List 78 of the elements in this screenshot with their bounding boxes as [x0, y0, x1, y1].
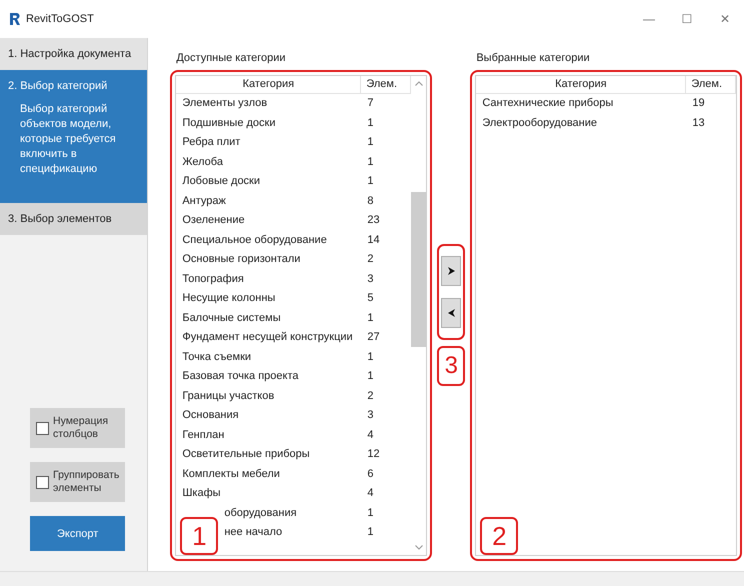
minimize-button[interactable]: — [630, 12, 668, 26]
count-cell-text: 1 [366, 350, 374, 364]
column-header[interactable]: Категория [176, 76, 362, 93]
step-description: Выбор категорий объектов модели, которые требуется включить в спецификацию [19, 102, 117, 177]
column-header[interactable]: Категория [476, 76, 686, 93]
category-cell[interactable]: Антураж [182, 192, 362, 211]
maximize-button[interactable]: ☐ [668, 12, 706, 26]
count-cell-text: 12 [366, 447, 381, 462]
callout-badge: 2 [480, 517, 518, 555]
right-arrow-icon [448, 267, 455, 275]
callout-badge: 1 [180, 517, 218, 555]
category-cell[interactable]: Комплекты мебели [182, 464, 362, 484]
category-cell[interactable]: Подшивные доски [182, 114, 362, 133]
column-header[interactable]: Элем. [686, 76, 736, 93]
category-cell[interactable]: Специальное оборудование [182, 230, 362, 250]
category-cell[interactable]: Основные горизонтали [182, 250, 362, 270]
category-cell[interactable]: Лобовые доски [182, 172, 362, 192]
add-button[interactable] [441, 256, 462, 286]
export-button[interactable]: Экспорт [30, 516, 126, 551]
count-cell-text: 4 [366, 486, 374, 501]
count-cell-text: 7 [366, 96, 374, 111]
column-header[interactable]: Элем. [361, 76, 412, 93]
category-cell[interactable]: Основания [182, 406, 362, 426]
category-cell[interactable]: Несущие колонны [182, 289, 362, 308]
category-cell[interactable]: Осветительные приборы [182, 445, 362, 464]
option-checkbox[interactable]: Нумерация столбцов [30, 408, 126, 448]
category-cell[interactable]: Границы участков [182, 386, 362, 406]
count-cell-text: 1 [366, 506, 374, 520]
count-cell-text: 14 [366, 232, 381, 248]
window-title: RevitToGOST [26, 13, 94, 25]
count-cell-text: 3 [366, 408, 374, 423]
count-cell-text: 1 [366, 154, 374, 170]
count-cell-text: 5 [366, 291, 374, 306]
app-logo-icon [10, 13, 20, 25]
category-cell[interactable]: Озеленение [182, 211, 362, 230]
count-cell-text: 6 [366, 466, 374, 482]
scroll-up-icon[interactable] [414, 81, 423, 86]
step-tab[interactable]: 1. Настройка документа [0, 38, 148, 70]
callout-badge: 3 [437, 346, 466, 386]
category-cell[interactable]: Фундамент несущей конструкции [182, 328, 362, 348]
count-cell-text: 1 [366, 310, 374, 326]
category-cell[interactable]: Точка съемки [182, 348, 362, 367]
count-cell-text: 1 [366, 369, 374, 384]
category-cell[interactable]: нее начало [224, 523, 362, 542]
category-cell[interactable]: Элементы узлов [182, 94, 362, 114]
remove-button[interactable] [441, 298, 462, 328]
category-cell[interactable]: Балочные системы [182, 308, 362, 328]
count-cell-text: 27 [366, 330, 381, 345]
count-cell-text: 2 [366, 388, 374, 404]
category-cell[interactable]: Базовая точка проекта [182, 367, 362, 386]
category-cell[interactable]: Топография [182, 270, 362, 289]
category-cell[interactable]: Шкафы [182, 484, 362, 504]
scroll-down-icon[interactable] [414, 545, 423, 550]
category-row[interactable]: Сантехнические приборы 19 [476, 94, 736, 114]
count-cell-text: 1 [366, 116, 374, 130]
close-button[interactable]: ✕ [706, 12, 744, 26]
count-cell-text: 2 [366, 252, 374, 267]
count-cell-text: 23 [366, 213, 381, 228]
option-checkbox[interactable]: Группировать элементы [30, 462, 126, 502]
list-title: Доступные категории [175, 51, 287, 66]
category-row[interactable]: Электрооборудование 13 [476, 114, 736, 133]
list-title: Выбранные категории [475, 51, 591, 66]
count-cell-text: 1 [366, 174, 374, 189]
category-cell[interactable]: Ребра плит [182, 133, 362, 152]
count-cell-text: 3 [366, 272, 374, 286]
step-tab[interactable]: 2. Выбор категорий Выбор категорий объектов модели, которые требуется включить в спецификацию [0, 70, 148, 203]
left-arrow-icon [448, 309, 455, 317]
count-cell-text: 8 [366, 194, 374, 208]
scrollbar-thumb[interactable] [411, 192, 426, 347]
category-cell[interactable]: Генплан [182, 426, 362, 445]
category-cell[interactable]: Желоба [182, 152, 362, 172]
count-cell-text: 4 [366, 428, 374, 442]
category-cell[interactable]: оборудования [224, 504, 362, 523]
count-cell-text: 1 [366, 525, 374, 540]
checkbox[interactable] [36, 476, 49, 488]
checkbox[interactable] [36, 422, 49, 434]
count-cell-text: 1 [366, 135, 374, 150]
step-tab[interactable]: 3. Выбор элементов [0, 203, 148, 235]
